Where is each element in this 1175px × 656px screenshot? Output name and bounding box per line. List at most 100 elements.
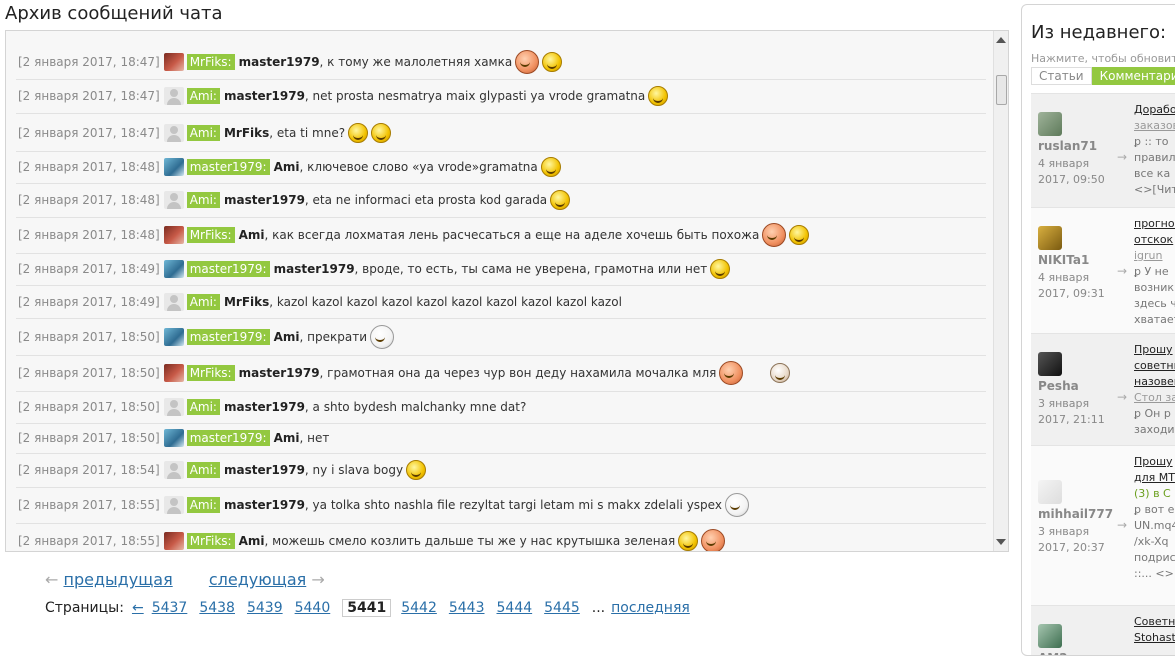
sidebar-username[interactable]: Pesha bbox=[1038, 379, 1079, 393]
user-avatar[interactable] bbox=[163, 327, 184, 346]
sidebar-user-avatar[interactable] bbox=[1038, 112, 1062, 136]
sidebar-username[interactable]: AM2 bbox=[1038, 651, 1068, 655]
message-recipient[interactable]: master1979 bbox=[224, 193, 305, 207]
user-avatar[interactable] bbox=[163, 87, 184, 105]
sidebar-preview-line[interactable]: Доработ bbox=[1134, 102, 1175, 118]
message-recipient[interactable]: master1979 bbox=[224, 463, 305, 477]
sidebar-preview-line[interactable]: igrun bbox=[1134, 248, 1175, 264]
sidebar-preview-line[interactable]: назовем bbox=[1134, 374, 1175, 390]
message-recipient[interactable]: master1979 bbox=[239, 55, 320, 69]
scroll-down-arrow-icon[interactable] bbox=[996, 539, 1006, 545]
sidebar-username[interactable]: NIKITa1 bbox=[1038, 253, 1089, 267]
sidebar-user-avatar[interactable] bbox=[1038, 480, 1062, 504]
sidebar-comment-preview[interactable]: Советн Stohast bbox=[1134, 614, 1175, 646]
message-author[interactable]: MrFiks: bbox=[186, 533, 235, 549]
page-link[interactable]: 5445 bbox=[544, 600, 580, 616]
user-avatar[interactable] bbox=[163, 398, 184, 416]
user-avatar[interactable] bbox=[163, 158, 184, 176]
message-recipient[interactable]: Ami bbox=[274, 431, 300, 445]
sidebar-preview-line[interactable]: Stohast bbox=[1134, 630, 1175, 646]
message-recipient[interactable]: MrFiks bbox=[224, 295, 269, 309]
user-avatar[interactable] bbox=[163, 461, 184, 479]
message-author[interactable]: master1979: bbox=[186, 159, 270, 175]
sidebar-preview-line: UN.mq4 bbox=[1134, 519, 1175, 532]
user-avatar[interactable] bbox=[163, 191, 184, 209]
sidebar-preview-line[interactable]: Советн bbox=[1134, 614, 1175, 630]
message-author[interactable]: MrFiks: bbox=[186, 54, 235, 70]
page-link[interactable]: 5444 bbox=[497, 600, 533, 616]
message-recipient[interactable]: master1979 bbox=[239, 366, 320, 380]
user-avatar[interactable] bbox=[163, 292, 184, 311]
chat-scrollbar[interactable] bbox=[993, 31, 1008, 551]
sidebar-comment-preview[interactable]: Прошу для МТ (3) в С ꝑ вот е UN.mq4/xk-Xq под… bbox=[1134, 454, 1175, 582]
message-author[interactable]: Ami: bbox=[186, 399, 220, 415]
page-link[interactable]: 5442 bbox=[401, 600, 437, 616]
sidebar-preview-line[interactable]: прогноз bbox=[1134, 216, 1175, 232]
message-recipient[interactable]: master1979 bbox=[224, 400, 305, 414]
sidebar-username[interactable]: ruslan71 bbox=[1038, 139, 1097, 153]
scroll-thumb[interactable] bbox=[996, 75, 1007, 105]
message-recipient[interactable]: Ami bbox=[274, 330, 300, 344]
sidebar-comment-preview[interactable]: Доработзаказовꝑ :: топравилвсе ка<>[Чит bbox=[1134, 102, 1175, 198]
message-author[interactable]: Ami: bbox=[186, 293, 220, 310]
sidebar-preview-line[interactable]: Прошу bbox=[1134, 454, 1175, 470]
message-author[interactable]: Ami: bbox=[186, 497, 220, 513]
page-link[interactable]: 5440 bbox=[295, 600, 331, 616]
sidebar-preview-line[interactable]: отскок bbox=[1134, 232, 1175, 248]
sidebar-preview-line[interactable]: Стол за bbox=[1134, 390, 1175, 406]
page-link[interactable]: 5437 bbox=[152, 600, 188, 616]
next-page-link[interactable]: следующая bbox=[209, 570, 306, 589]
sidebar-user-avatar[interactable] bbox=[1038, 226, 1062, 250]
sidebar-comment-item[interactable]: Pesha 3 января 2017, 21:11 → Прошусоветниназ… bbox=[1031, 333, 1175, 446]
message-author[interactable]: Ami: bbox=[186, 462, 220, 478]
sidebar-user-avatar[interactable] bbox=[1038, 624, 1062, 648]
page-link[interactable]: 5439 bbox=[247, 600, 283, 616]
message-body: , a shto bydesh malchanky mne dat? bbox=[304, 400, 527, 414]
message-recipient[interactable]: Ami bbox=[274, 160, 300, 174]
tab-articles[interactable]: Статьи bbox=[1031, 67, 1092, 85]
user-avatar[interactable] bbox=[163, 260, 184, 278]
message-author[interactable]: MrFiks: bbox=[186, 365, 235, 381]
sidebar-preview-line[interactable]: для МТ bbox=[1134, 470, 1175, 486]
sidebar-user-avatar[interactable] bbox=[1038, 352, 1062, 376]
tab-comments[interactable]: Комментарии bbox=[1091, 67, 1175, 85]
message-author[interactable]: master1979: bbox=[186, 328, 270, 345]
message-recipient[interactable]: master1979 bbox=[224, 498, 305, 512]
message-recipient[interactable]: MrFiks bbox=[224, 126, 269, 140]
sidebar-comment-item[interactable]: NIKITa1 4 января 2017, 09:31 → прогнозотскок… bbox=[1031, 207, 1175, 334]
message-author[interactable]: master1979: bbox=[186, 430, 270, 446]
sidebar-preview-line[interactable]: советни bbox=[1134, 358, 1175, 374]
message-recipient[interactable]: master1979 bbox=[224, 89, 305, 103]
sidebar-comment-item[interactable]: ruslan71 4 января 2017, 09:50 → Доработзаказ… bbox=[1031, 93, 1175, 208]
chat-archive-frame[interactable]: [2 января 2017, 18:47] MrFiks: master1979,… bbox=[5, 30, 1009, 552]
user-avatar[interactable] bbox=[163, 532, 184, 550]
prev-page-link[interactable]: предыдущая bbox=[64, 570, 173, 589]
user-avatar[interactable] bbox=[163, 226, 184, 244]
message-recipient[interactable]: Ami bbox=[239, 228, 265, 242]
last-page-link[interactable]: последняя bbox=[611, 600, 690, 616]
sidebar-comment-item[interactable]: mihhail777 3 января 2017, 20:37 → Прошу для М… bbox=[1031, 445, 1175, 606]
message-recipient[interactable]: Ami bbox=[239, 534, 265, 548]
sidebar-preview-line[interactable]: заказов bbox=[1134, 118, 1175, 134]
user-avatar[interactable] bbox=[163, 429, 184, 447]
sidebar-comment-preview[interactable]: прогнозотскокigrunꝑ У не возник здесь ч хва… bbox=[1134, 216, 1175, 328]
user-avatar[interactable] bbox=[163, 496, 184, 514]
sidebar-comment-item[interactable]: AM2→СоветнStohast bbox=[1031, 605, 1175, 655]
sidebar-comment-preview[interactable]: ПрошусоветниназовемСтол заꝑ Он р заходи bbox=[1134, 342, 1175, 438]
sidebar-username[interactable]: mihhail777 bbox=[1038, 507, 1113, 521]
message-author[interactable]: Ami: bbox=[186, 88, 220, 104]
user-avatar[interactable] bbox=[163, 364, 184, 382]
message-author[interactable]: master1979: bbox=[186, 261, 270, 277]
message-recipient[interactable]: master1979 bbox=[274, 262, 355, 276]
message-author[interactable]: Ami: bbox=[186, 125, 220, 141]
message-author[interactable]: MrFiks: bbox=[186, 227, 235, 243]
user-avatar[interactable] bbox=[163, 53, 184, 71]
pages-back-arrow[interactable]: ← bbox=[132, 600, 144, 616]
message-author[interactable]: Ami: bbox=[186, 192, 220, 208]
sidebar-preview-line[interactable]: Прошу bbox=[1134, 342, 1175, 358]
sidebar-refresh-hint[interactable]: Нажмите, чтобы обновить bbox=[1031, 52, 1175, 65]
page-link[interactable]: 5438 bbox=[199, 600, 235, 616]
scroll-up-arrow-icon[interactable] bbox=[996, 37, 1006, 43]
page-link[interactable]: 5443 bbox=[449, 600, 485, 616]
user-avatar[interactable] bbox=[163, 124, 184, 142]
